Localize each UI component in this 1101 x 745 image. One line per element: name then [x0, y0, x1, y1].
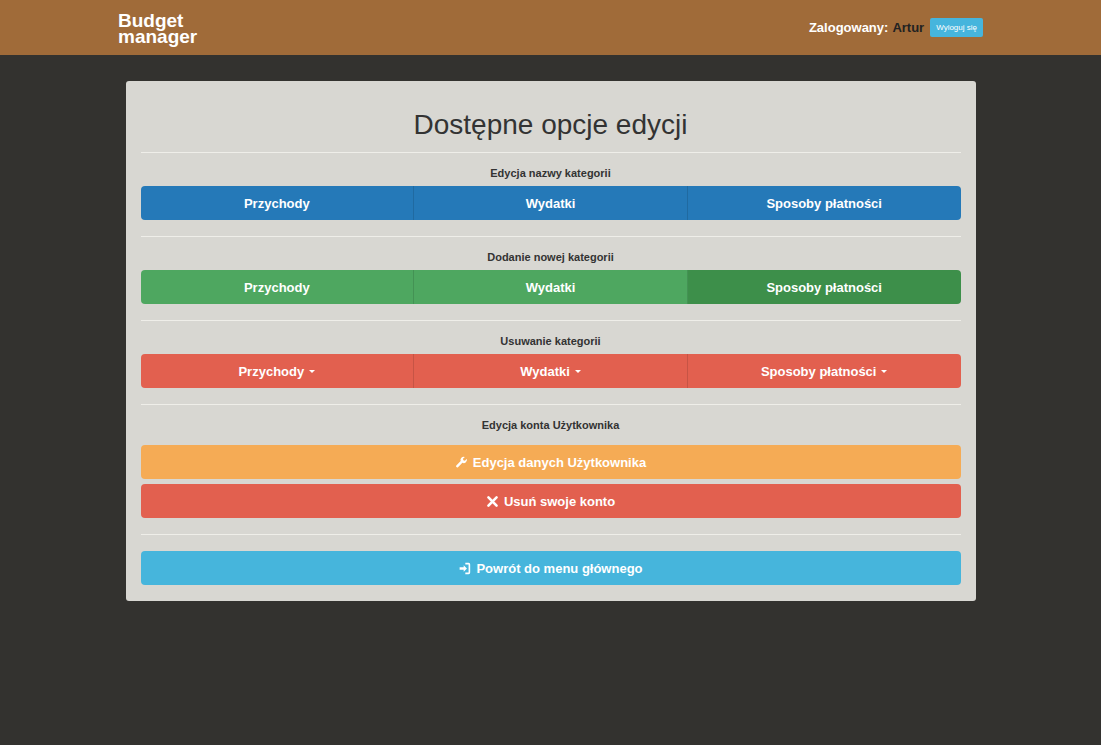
logo-line: Budget [118, 13, 197, 29]
category-button[interactable]: Wydatki [414, 186, 688, 220]
caret-icon [575, 370, 581, 373]
user-area: Zalogowany: Artur Wyloguj się [809, 18, 983, 37]
category-button[interactable]: Wydatki [414, 270, 688, 304]
separator [141, 320, 961, 321]
category-button[interactable]: Sposoby płatności [688, 270, 961, 304]
section-label: Edycja konta Użytkownika [141, 417, 961, 433]
button-label: Sposoby płatności [766, 196, 882, 211]
category-button[interactable]: Sposoby płatności [688, 186, 961, 220]
wrench-icon [455, 456, 468, 469]
section-label: Edycja nazwy kategorii [141, 165, 961, 181]
account-button[interactable]: Edycja danych Użytkownika [141, 445, 961, 479]
button-group: Przychody Wydatki Sposoby płatności [141, 186, 961, 220]
panel-title: Dostępne opcje edycji [141, 108, 961, 142]
caret-icon [881, 370, 887, 373]
button-label: Przychody [238, 364, 304, 379]
button-label: Przychody [244, 280, 310, 295]
button-label: Sposoby płatności [761, 364, 877, 379]
button-label: Usuń swoje konto [504, 494, 615, 509]
account-buttons: Edycja danych Użytkownika Usuń swoje kon… [141, 445, 961, 518]
logo-line: manager [118, 29, 197, 45]
logo[interactable]: Budgetmanager [118, 11, 197, 45]
button-label: Przychody [244, 196, 310, 211]
category-button[interactable]: Wydatki [414, 354, 688, 388]
sign-in-icon [458, 562, 471, 575]
separator [141, 236, 961, 237]
caret-icon [309, 370, 315, 373]
section-label: Dodanie nowej kategorii [141, 249, 961, 265]
button-label: Wydatki [526, 196, 576, 211]
options-panel: Dostępne opcje edycji Edycja nazwy kateg… [126, 81, 976, 601]
category-button[interactable]: Przychody [141, 186, 415, 220]
button-label: Powrót do menu głównego [476, 561, 642, 576]
page: Budgetmanager Zalogowany: Artur Wyloguj … [0, 0, 1101, 745]
button-label: Wydatki [520, 364, 570, 379]
section-label: Usuwanie kategorii [141, 333, 961, 349]
button-label: Wydatki [526, 280, 576, 295]
separator [141, 152, 961, 153]
user-name: Artur [892, 20, 924, 35]
button-group: Przychody Wydatki Sposoby płatności [141, 270, 961, 304]
category-button[interactable]: Sposoby płatności [688, 354, 961, 388]
logout-button[interactable]: Wyloguj się [930, 18, 983, 37]
logged-label: Zalogowany: [809, 20, 888, 35]
separator [141, 404, 961, 405]
button-label: Edycja danych Użytkownika [473, 455, 646, 470]
category-button[interactable]: Przychody [141, 270, 415, 304]
cross-icon [486, 495, 499, 508]
top-bar: Budgetmanager Zalogowany: Artur Wyloguj … [0, 0, 1101, 55]
button-group: Przychody Wydatki Sposoby płatności [141, 354, 961, 388]
back-button[interactable]: Powrót do menu głównego [141, 551, 961, 585]
button-label: Sposoby płatności [766, 280, 882, 295]
separator [141, 534, 961, 535]
account-button[interactable]: Usuń swoje konto [141, 484, 961, 518]
category-button[interactable]: Przychody [141, 354, 415, 388]
